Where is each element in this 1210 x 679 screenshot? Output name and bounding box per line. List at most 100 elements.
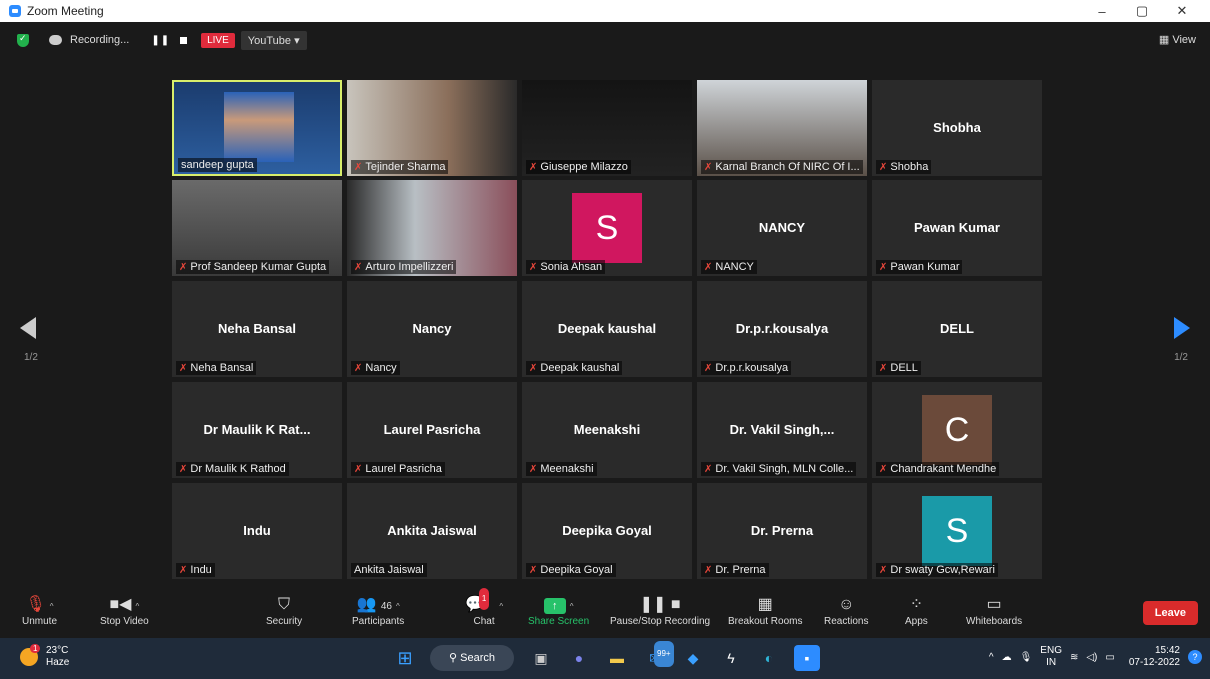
- participant-tile[interactable]: ✗ Giuseppe Milazzo: [522, 80, 692, 176]
- participant-tile[interactable]: Dr Maulik K Rat... ✗ Dr Maulik K Rathod: [172, 382, 342, 478]
- pause-recording-icon[interactable]: ❚❚: [151, 35, 170, 46]
- participant-tile[interactable]: sandeep gupta: [172, 80, 342, 176]
- participant-name-label: sandeep gupta: [178, 158, 257, 172]
- maximize-button[interactable]: ▢: [1122, 3, 1162, 19]
- muted-mic-icon: ✗: [704, 162, 713, 173]
- chevron-up-icon[interactable]: ^: [499, 602, 503, 611]
- chevron-up-icon[interactable]: ^: [989, 652, 994, 663]
- encryption-shield-icon[interactable]: [17, 33, 29, 47]
- chevron-up-icon[interactable]: ^: [50, 602, 54, 611]
- clock[interactable]: 15:42 07-12-2022: [1129, 645, 1180, 669]
- participant-tile[interactable]: Ankita Jaiswal Ankita Jaiswal: [347, 483, 517, 579]
- participants-button[interactable]: 👥 46 ^ Participants: [352, 594, 404, 627]
- muted-mic-icon: ✗: [529, 464, 538, 475]
- task-view-icon[interactable]: ▣: [528, 645, 554, 671]
- edge-browser-icon[interactable]: ◐: [756, 645, 782, 671]
- zoom-taskbar-icon[interactable]: ▪: [794, 645, 820, 671]
- participant-label-text: Dr swaty Gcw,Rewari: [890, 564, 995, 576]
- microphone-icon[interactable]: 🎙: [1020, 652, 1033, 663]
- language-indicator[interactable]: ENG IN: [1040, 645, 1062, 669]
- share-screen-button[interactable]: ↑ ^ Share Screen: [528, 594, 589, 627]
- participant-tile[interactable]: S ✗ Dr swaty Gcw,Rewari: [872, 483, 1042, 579]
- onedrive-cloud-icon[interactable]: ☁: [1002, 652, 1012, 663]
- participant-tile[interactable]: Deepak kaushal ✗ Deepak kaushal: [522, 281, 692, 377]
- participants-label: Participants: [352, 616, 405, 627]
- participant-tile[interactable]: Pawan Kumar ✗ Pawan Kumar: [872, 180, 1042, 276]
- participant-name-label: ✗ Indu: [176, 563, 215, 577]
- unmute-button[interactable]: 🎙 ^ Unmute: [22, 594, 57, 627]
- reactions-button[interactable]: ☺ Reactions: [824, 594, 868, 627]
- participant-tile[interactable]: ✗ Tejinder Sharma: [347, 80, 517, 176]
- weather-widget[interactable]: 1 23°C Haze: [20, 644, 69, 669]
- participant-tile[interactable]: DELL ✗ DELL: [872, 281, 1042, 377]
- previous-page-arrow-icon[interactable]: [20, 317, 36, 339]
- apps-button[interactable]: ⁘ Apps: [905, 594, 928, 627]
- dropbox-icon[interactable]: ◆: [680, 645, 706, 671]
- volume-icon[interactable]: ◁): [1086, 652, 1097, 663]
- next-page-arrow-icon[interactable]: [1174, 317, 1190, 339]
- participant-tile[interactable]: Deepika Goyal ✗ Deepika Goyal: [522, 483, 692, 579]
- participant-display-name: Pawan Kumar: [914, 220, 1000, 235]
- participant-tile[interactable]: ✗ Arturo Impellizzeri: [347, 180, 517, 276]
- close-button[interactable]: ✕: [1162, 3, 1202, 19]
- view-button[interactable]: ▦ View: [1159, 33, 1196, 46]
- chat-button[interactable]: 💬1^ Chat: [465, 588, 503, 627]
- breakout-rooms-button[interactable]: ▦ Breakout Rooms: [728, 594, 802, 627]
- participant-label-text: Nancy: [365, 362, 397, 374]
- system-tray: ^ ☁ 🎙 ENG IN ≋ ◁) ▭ 15:42 07-12-2022: [981, 645, 1180, 669]
- whiteboards-button[interactable]: ▭ Whiteboards: [966, 594, 1022, 627]
- participant-tile[interactable]: ✗ Karnal Branch Of NIRC Of I...: [697, 80, 867, 176]
- participant-tile[interactable]: Dr. Prerna ✗ Dr. Prerna: [697, 483, 867, 579]
- participant-label-text: Dr. Prerna: [715, 564, 766, 576]
- security-button[interactable]: ⛉ Security: [266, 594, 302, 627]
- participant-label-text: Deepak kaushal: [540, 362, 620, 374]
- youtube-stream-dropdown[interactable]: YouTube ▾: [240, 30, 307, 50]
- participant-tile[interactable]: NANCY ✗ NANCY: [697, 180, 867, 276]
- chevron-up-icon[interactable]: ^: [396, 602, 400, 611]
- avatar: C: [922, 395, 992, 465]
- battery-icon[interactable]: ▭: [1105, 652, 1114, 663]
- muted-mic-icon: ✗: [529, 162, 538, 173]
- participant-tile[interactable]: ✗ Prof Sandeep Kumar Gupta: [172, 180, 342, 276]
- file-explorer-icon[interactable]: ▬: [604, 645, 630, 671]
- apps-label: Apps: [905, 616, 928, 627]
- participant-tile[interactable]: Neha Bansal ✗ Neha Bansal: [172, 281, 342, 377]
- live-badge: LIVE: [201, 32, 235, 48]
- stop-video-button[interactable]: ■◀ ^ Stop Video: [100, 594, 149, 627]
- participant-tile[interactable]: Laurel Pasricha ✗ Laurel Pasricha: [347, 382, 517, 478]
- participant-tile[interactable]: Nancy ✗ Nancy: [347, 281, 517, 377]
- leave-button[interactable]: Leave: [1142, 601, 1198, 625]
- windows-start-icon[interactable]: ⊞: [392, 645, 418, 671]
- bolt-app-icon[interactable]: ϟ: [718, 645, 744, 671]
- region-code: IN: [1046, 657, 1057, 668]
- participant-tile[interactable]: Shobha ✗ Shobha: [872, 80, 1042, 176]
- participant-tile[interactable]: S ✗ Sonia Ahsan: [522, 180, 692, 276]
- muted-mic-icon: ✗: [704, 363, 713, 374]
- chat-label: Chat: [473, 616, 495, 627]
- minimize-button[interactable]: –: [1082, 4, 1122, 19]
- wifi-icon[interactable]: ≋: [1070, 652, 1078, 663]
- participant-tile[interactable]: Indu ✗ Indu: [172, 483, 342, 579]
- muted-mic-icon: ✗: [879, 565, 888, 576]
- participant-name-label: ✗ Karnal Branch Of NIRC Of I...: [701, 160, 863, 174]
- chevron-up-icon[interactable]: ^: [135, 602, 139, 611]
- participant-name-label: ✗ Nancy: [351, 361, 400, 375]
- mail-icon[interactable]: ✉99+: [642, 641, 674, 671]
- meeting-area: Recording... ❚❚ LIVE YouTube ▾ ▦ View 1/…: [0, 22, 1210, 588]
- participant-tile[interactable]: Meenakshi ✗ Meenakshi: [522, 382, 692, 478]
- stop-recording-icon[interactable]: [180, 36, 188, 44]
- participant-name-label: ✗ Shobha: [876, 160, 932, 174]
- participant-display-name: Dr. Vakil Singh,...: [729, 422, 835, 437]
- participant-tile[interactable]: Dr. Vakil Singh,... ✗ Dr. Vakil Singh, MLN…: [697, 382, 867, 478]
- page-indicator-right: 1/2: [1174, 352, 1188, 363]
- share-screen-label: Share Screen: [528, 616, 590, 627]
- teams-chat-icon[interactable]: ●: [566, 645, 592, 671]
- participant-tile[interactable]: C ✗ Chandrakant Mendhe: [872, 382, 1042, 478]
- notification-icon[interactable]: ?: [1188, 650, 1202, 664]
- participant-tile[interactable]: Dr.p.r.kousalya ✗ Dr.p.r.kousalya: [697, 281, 867, 377]
- participant-name-label: ✗ Dr.p.r.kousalya: [701, 361, 792, 375]
- chevron-up-icon[interactable]: ^: [570, 602, 574, 611]
- taskbar-search[interactable]: ⚲ Search: [430, 645, 514, 671]
- muted-mic-icon: ✗: [354, 363, 363, 374]
- pause-stop-recording-button[interactable]: ❚❚ ■ Pause/Stop Recording: [610, 594, 710, 627]
